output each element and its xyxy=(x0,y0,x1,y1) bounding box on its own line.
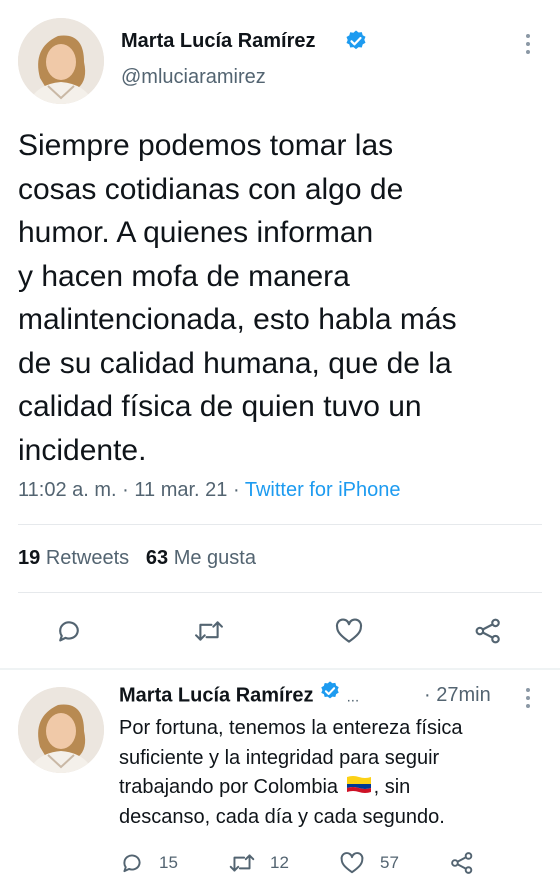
retweets-count: 19 xyxy=(18,547,41,569)
like-button[interactable] xyxy=(333,616,365,646)
tweet-text-line: y hacen mofa de manera xyxy=(18,259,350,293)
like-icon xyxy=(340,852,364,874)
tweet-time: 11:02 a. m. xyxy=(18,479,117,501)
tweet-text-line: incidente. xyxy=(18,433,147,467)
verified-badge-icon xyxy=(344,29,368,58)
reply-text-line: suficiente y la integridad para seguir xyxy=(119,746,440,769)
divider xyxy=(18,524,542,525)
reply-author-avatar[interactable] xyxy=(18,687,104,773)
reply-text-line: trabajando por Colombia , sin xyxy=(119,773,463,803)
likes-stat[interactable]: 63 Me gusta xyxy=(146,547,256,569)
verified-badge-icon xyxy=(319,680,341,708)
colombia-flag-icon xyxy=(346,773,372,803)
separator-dot: · xyxy=(232,479,240,501)
reply-text-line: descanso, cada día y cada segundo. xyxy=(119,805,445,828)
author-name[interactable]: Marta Lucía Ramírez xyxy=(121,30,316,53)
reply-reply-button[interactable]: 15 xyxy=(119,850,178,876)
divider xyxy=(18,592,542,593)
tweet-text-line: calidad física de quien tuvo un xyxy=(18,390,422,423)
retweet-icon xyxy=(229,854,255,872)
tweet-text-line: malintencionada, esto habla más xyxy=(18,303,457,336)
reply-icon xyxy=(59,621,79,642)
retweets-label: Retweets xyxy=(45,547,130,569)
reply-header: Marta Lucía Ramírez ... xyxy=(119,681,360,708)
reply-share-button[interactable] xyxy=(448,850,476,876)
author-handle[interactable]: @mluciaramirez xyxy=(121,66,266,89)
tweet-text: Siempre podemos tomar las cosas cotidian… xyxy=(18,124,457,472)
likes-count: 63 xyxy=(145,547,169,569)
reply-count: 15 xyxy=(159,853,178,872)
author-avatar[interactable] xyxy=(18,18,104,104)
avatar-portrait-icon xyxy=(18,687,104,773)
retweet-button[interactable] xyxy=(193,616,225,646)
avatar-portrait-icon xyxy=(18,18,104,104)
reply-text-fragment: trabajando por Colombia xyxy=(119,776,339,799)
tweet-text-line: humor. A quienes informan xyxy=(18,216,374,249)
retweet-icon xyxy=(195,621,223,641)
reply-button[interactable] xyxy=(54,616,84,646)
likes-label: Me gusta xyxy=(173,547,256,569)
reply-retweet-button[interactable]: 12 xyxy=(228,850,289,876)
more-options-icon[interactable] xyxy=(526,688,532,712)
tweet-text-line: de su calidad humana, que de la xyxy=(18,346,452,380)
separator-dot: · xyxy=(122,479,129,501)
share-icon xyxy=(475,618,500,644)
reply-text-line: Por fortuna, tenemos la entereza física xyxy=(119,717,463,739)
reply-age[interactable]: · 27min xyxy=(424,684,491,707)
tweet-date[interactable]: 11 mar. 21 xyxy=(134,479,227,501)
tweet-source-link[interactable]: Twitter for iPhone xyxy=(245,479,401,501)
retweet-count: 12 xyxy=(270,853,289,872)
retweets-stat[interactable]: 19 Retweets xyxy=(18,547,135,569)
reply-icon xyxy=(123,854,141,873)
divider xyxy=(0,668,560,670)
reply-author-name[interactable]: Marta Lucía Ramírez xyxy=(119,684,314,706)
like-count: 57 xyxy=(380,853,399,872)
tweet-stats: 19 Retweets 63 Me gusta xyxy=(18,547,256,570)
reply-text-fragment: , sin xyxy=(373,776,411,799)
more-options-icon[interactable] xyxy=(526,34,532,58)
share-button[interactable] xyxy=(472,616,504,646)
tweet-text-line: Siempre podemos tomar las xyxy=(18,129,394,162)
tweet-metadata: 11:02 a. m. · 11 mar. 21 · Twitter for i… xyxy=(18,479,400,502)
share-icon xyxy=(451,852,473,874)
reply-like-button[interactable]: 57 xyxy=(338,850,399,876)
tweet-text-line: cosas cotidianas con algo de xyxy=(18,172,404,206)
reply-text: Por fortuna, tenemos la entereza física … xyxy=(119,714,463,832)
like-icon xyxy=(335,618,363,643)
reply-handle-truncated: ... xyxy=(346,688,360,706)
